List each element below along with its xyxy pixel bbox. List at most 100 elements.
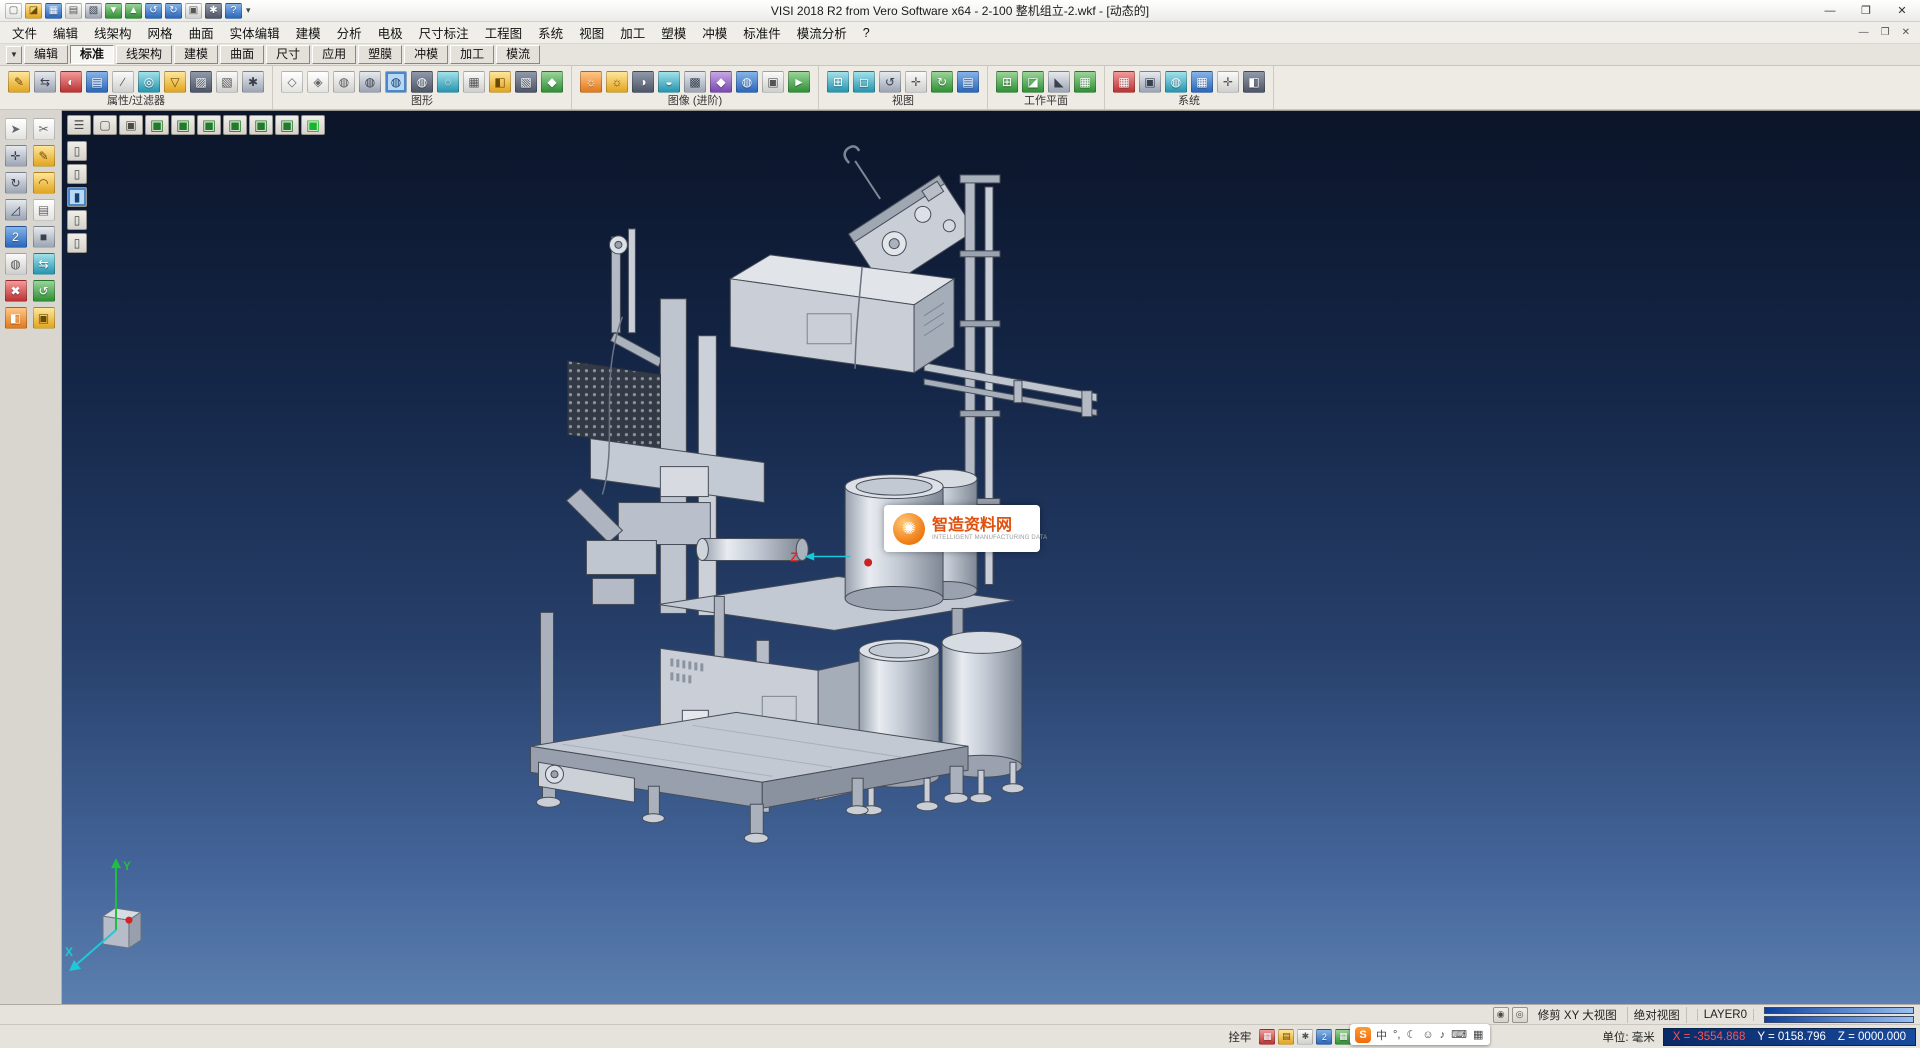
linetype-filter-icon[interactable]: ∕ <box>112 71 134 93</box>
new-document-icon[interactable]: ▢ <box>5 3 22 19</box>
left-view-icon[interactable]: ▣ <box>249 115 273 135</box>
options-icon[interactable]: ✱ <box>205 3 222 19</box>
absolute-view-button[interactable]: 绝对视图 <box>1627 1007 1687 1023</box>
snap-settings-icon[interactable]: ✛ <box>1217 71 1239 93</box>
layer-selector[interactable]: LAYER0 <box>1697 1009 1754 1021</box>
mirror-icon[interactable]: ⇆ <box>33 253 55 275</box>
menu-item-0[interactable]: 文件 <box>4 21 45 44</box>
menu-item-11[interactable]: 系统 <box>530 21 571 44</box>
help-icon[interactable]: ? <box>225 3 242 19</box>
import-icon[interactable]: ▼ <box>105 3 122 19</box>
top-view-icon[interactable]: ▣ <box>171 115 195 135</box>
menu-item-12[interactable]: 视图 <box>571 21 612 44</box>
tab-10[interactable]: 模流 <box>496 45 540 64</box>
tab-5[interactable]: 尺寸 <box>266 45 310 64</box>
ime-fullwidth-icon[interactable]: ☾ <box>1404 1024 1418 1046</box>
layer-filter-icon[interactable]: ▤ <box>86 71 108 93</box>
menu-item-17[interactable]: 模流分析 <box>789 21 855 44</box>
workplane-align-icon[interactable]: ◪ <box>1022 71 1044 93</box>
save-icon[interactable]: ▦ <box>45 3 62 19</box>
trim-icon[interactable]: ✂ <box>33 118 55 140</box>
menu-item-13[interactable]: 加工 <box>612 21 653 44</box>
menu-item-7[interactable]: 分析 <box>329 21 370 44</box>
shadow-icon[interactable]: ◑ <box>632 71 654 93</box>
box-primitive-icon[interactable]: ■ <box>33 226 55 248</box>
menu-item-4[interactable]: 曲面 <box>181 21 222 44</box>
display-shaded-icon[interactable]: ▮ <box>67 187 87 207</box>
transparency-display-icon[interactable]: ◌ <box>437 71 459 93</box>
system-tool-icon[interactable]: ✱ <box>1297 1029 1313 1045</box>
close-button[interactable]: ✕ <box>1884 0 1920 21</box>
quick-filter-icon[interactable]: ▽ <box>164 71 186 93</box>
color-filter-icon[interactable]: ◐ <box>60 71 82 93</box>
snap-grid-icon[interactable]: ▦ <box>1259 1029 1275 1045</box>
tab-9[interactable]: 加工 <box>450 45 494 64</box>
workplane-xy-icon[interactable]: ⊞ <box>996 71 1018 93</box>
ime-toolbar[interactable]: S 中°,☾☺♪⌨▦ <box>1350 1024 1490 1045</box>
material-library-icon[interactable]: ◆ <box>710 71 732 93</box>
metallic-display-icon[interactable]: ◍ <box>411 71 433 93</box>
rotate-icon[interactable]: ↻ <box>5 172 27 194</box>
tab-list-dropdown[interactable]: ▼ <box>6 46 22 64</box>
tab-4[interactable]: 曲面 <box>220 45 264 64</box>
smooth-shade-display-icon[interactable]: ◍ <box>359 71 381 93</box>
tab-3[interactable]: 建模 <box>174 45 218 64</box>
shaded-edges-display-icon[interactable]: ◍ <box>385 71 407 93</box>
workplane-3point-icon[interactable]: ◣ <box>1048 71 1070 93</box>
restore-icon[interactable]: ↺ <box>33 280 55 302</box>
material-display-icon[interactable]: ◆ <box>541 71 563 93</box>
world-settings-icon[interactable]: ◍ <box>1165 71 1187 93</box>
status-indicator-icon[interactable]: ◉ <box>1493 1007 1509 1023</box>
white-background-icon[interactable]: ▢ <box>93 115 117 135</box>
scale-icon[interactable]: ◿ <box>5 199 27 221</box>
view-2d-icon[interactable]: 2 <box>5 226 27 248</box>
minimize-button[interactable]: — <box>1812 0 1848 21</box>
edge-display-icon[interactable]: ▦ <box>463 71 485 93</box>
menu-item-18[interactable]: ? <box>855 24 878 42</box>
ime-keyboard-icon[interactable]: ⌨ <box>1449 1024 1469 1046</box>
hidden-line-display-icon[interactable]: ◈ <box>307 71 329 93</box>
menu-item-3[interactable]: 网格 <box>140 21 181 44</box>
display-settings-icon[interactable]: ▣ <box>1139 71 1161 93</box>
shading-mode-icon[interactable]: ◧ <box>5 307 27 329</box>
cylinder-primitive-icon[interactable]: ◍ <box>5 253 27 275</box>
filter-options-icon[interactable]: ✱ <box>242 71 264 93</box>
notes-icon[interactable]: ▤ <box>33 199 55 221</box>
screen-capture-icon[interactable]: ▣ <box>185 3 202 19</box>
display-transparent-icon[interactable]: ▯ <box>67 233 87 253</box>
zoom-window-icon[interactable]: ◻ <box>853 71 875 93</box>
view-list-icon[interactable]: ☰ <box>67 115 91 135</box>
open-folder-icon[interactable]: ◪ <box>25 3 42 19</box>
flat-shade-display-icon[interactable]: ◍ <box>333 71 355 93</box>
grid-settings-icon[interactable]: ▦ <box>1191 71 1213 93</box>
snap-lock-toggle[interactable]: 拴牢 <box>1228 1029 1251 1045</box>
menu-item-1[interactable]: 编辑 <box>45 21 86 44</box>
redo-icon[interactable]: ↻ <box>165 3 182 19</box>
plot-icon[interactable]: ▧ <box>85 3 102 19</box>
system-options-icon[interactable]: ◧ <box>1243 71 1265 93</box>
menu-item-9[interactable]: 尺寸标注 <box>411 21 477 44</box>
tab-1[interactable]: 标准 <box>70 45 114 64</box>
iso-view-icon[interactable]: ▣ <box>145 115 169 135</box>
axonometric-view-icon[interactable]: ▣ <box>275 115 299 135</box>
gray-background-icon[interactable]: ▣ <box>119 115 143 135</box>
texture-icon[interactable]: ▩ <box>684 71 706 93</box>
status-toggle-icon[interactable]: ◎ <box>1512 1007 1528 1023</box>
right-view-icon[interactable]: ▣ <box>223 115 247 135</box>
advanced-render-icon[interactable]: ☼ <box>580 71 602 93</box>
section-display-icon[interactable]: ◧ <box>489 71 511 93</box>
tab-2[interactable]: 线架构 <box>116 45 172 64</box>
ime-voice-icon[interactable]: ♪ <box>1438 1024 1448 1046</box>
environment-icon[interactable]: ◍ <box>736 71 758 93</box>
ime-emoji-icon[interactable]: ☺ <box>1420 1024 1435 1046</box>
delete-icon[interactable]: ✖ <box>5 280 27 302</box>
ime-toolbox-icon[interactable]: ▦ <box>1471 1024 1485 1046</box>
element-filter-icon[interactable]: ◎ <box>138 71 160 93</box>
display-rendered-icon[interactable]: ▯ <box>67 210 87 230</box>
undo-icon[interactable]: ↺ <box>145 3 162 19</box>
cad-model[interactable] <box>531 146 1097 843</box>
display-wireframe-icon[interactable]: ▯ <box>67 141 87 161</box>
edit-attributes-icon[interactable]: ✎ <box>8 71 30 93</box>
view-hint-label[interactable]: 修剪 XY 大视图 <box>1538 1007 1617 1023</box>
menu-item-8[interactable]: 电极 <box>370 21 411 44</box>
